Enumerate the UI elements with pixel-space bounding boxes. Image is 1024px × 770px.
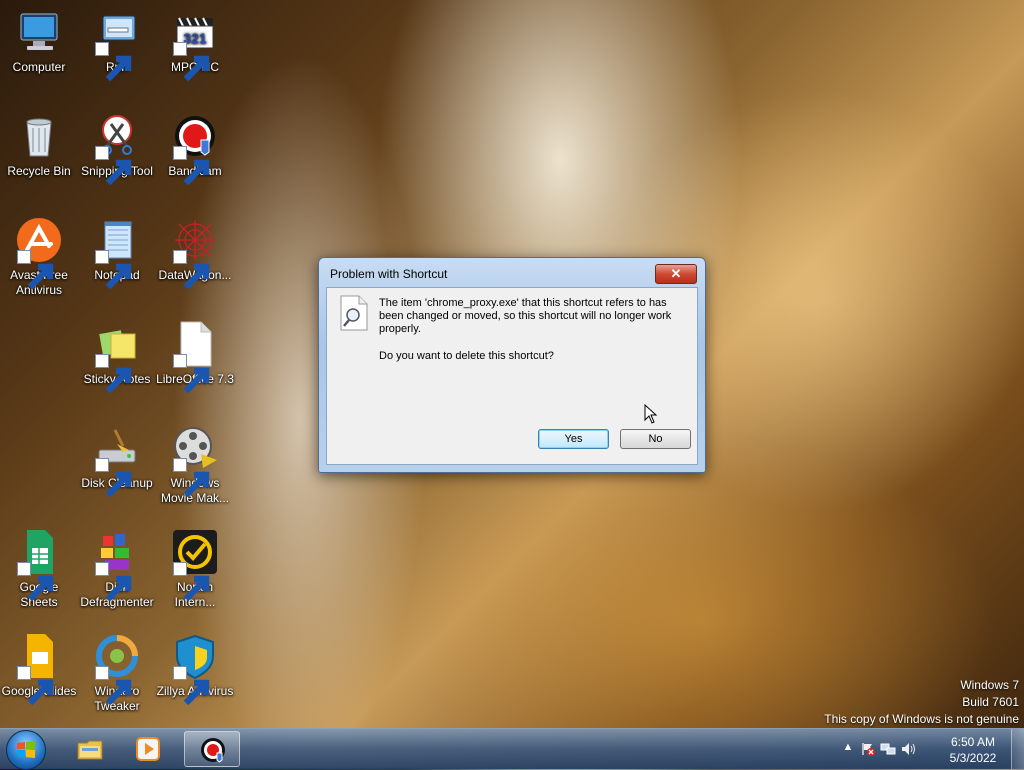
shortcut-arrow-icon: [17, 666, 54, 706]
taskbar-explorer-button[interactable]: [62, 731, 118, 767]
start-button[interactable]: [6, 730, 46, 770]
desktop-icon-winaero[interactable]: Winaero Tweaker: [78, 632, 156, 732]
mouse-cursor-icon: [644, 403, 658, 424]
taskbar-media-player-button[interactable]: [120, 731, 176, 767]
taskbar-bandicam-button[interactable]: [184, 731, 240, 767]
desktop-icon-sticky-notes[interactable]: Sticky Notes: [78, 320, 156, 420]
media-player-icon: [136, 737, 160, 761]
computer-icon: [15, 8, 63, 56]
shortcut-arrow-icon: [173, 354, 210, 394]
volume-icon[interactable]: [900, 741, 916, 757]
shortcut-arrow-icon: [95, 562, 132, 602]
recycle-bin-icon: [15, 112, 63, 160]
dialog-message: The item 'chrome_proxy.exe' that this sh…: [379, 297, 672, 335]
run-icon: [93, 8, 141, 82]
shortcut-arrow-icon: [173, 458, 210, 498]
notepad-icon: [93, 216, 141, 290]
clock-date: 5/3/2022: [949, 751, 997, 765]
norton-icon: [171, 528, 219, 602]
google-sheets-icon: [15, 528, 63, 602]
bandicam-icon: [171, 112, 219, 186]
show-desktop-button[interactable]: [1011, 729, 1024, 769]
desktop-icon-libreoffice[interactable]: LibreOffice 7.3: [156, 320, 234, 420]
network-icon[interactable]: [880, 741, 896, 757]
desktop-icon-label: Recycle Bin: [7, 164, 71, 178]
shortcut-arrow-icon: [95, 354, 132, 394]
desktop-icon-google-sheets[interactable]: Google Sheets: [0, 528, 78, 628]
desktop-icon-bandicam[interactable]: Bandicam: [156, 112, 234, 212]
sticky-notes-icon: [93, 320, 141, 394]
action-center-flag-icon[interactable]: [860, 741, 876, 757]
shortcut-arrow-icon: [95, 250, 132, 290]
desktop-icon-snipping-tool[interactable]: Snipping Tool: [78, 112, 156, 212]
dialog-question: Do you want to delete this shortcut?: [379, 350, 554, 362]
close-button[interactable]: ✕: [655, 264, 697, 284]
taskbar: ▲ 6:50 AM 5/3/2022: [0, 728, 1024, 770]
shortcut-arrow-icon: [17, 562, 54, 602]
shortcut-arrow-icon: [95, 146, 132, 186]
desktop-icon-disk-defragmenter[interactable]: Disk Defragmenter: [78, 528, 156, 628]
desktop-icon-disk-cleanup[interactable]: Disk Cleanup: [78, 424, 156, 524]
disk-cleanup-icon: [93, 424, 141, 498]
problem-with-shortcut-dialog: Problem with Shortcut ✕ The item 'chrome…: [318, 257, 706, 473]
watermark-line: Windows 7: [960, 678, 1019, 692]
datawagon-icon: [171, 216, 219, 290]
watermark-line: Build 7601: [962, 695, 1019, 709]
libreoffice-icon: [171, 320, 219, 394]
shortcut-arrow-icon: [173, 42, 210, 82]
explorer-icon: [77, 740, 103, 760]
zillya-icon: [171, 632, 219, 706]
desktop-icon-label: Computer: [12, 60, 66, 74]
shortcut-arrow-icon: [95, 42, 132, 82]
movie-maker-icon: [171, 424, 219, 498]
shortcut-arrow-icon: [173, 666, 210, 706]
dialog-title: Problem with Shortcut: [330, 267, 448, 281]
desktop-icon-mpc-hc[interactable]: 321 MPC-HC: [156, 8, 234, 108]
desktop-icon-recycle-bin[interactable]: Recycle Bin: [0, 112, 78, 212]
system-tray: ▲ 6:50 AM 5/3/2022: [834, 729, 1024, 769]
google-slides-icon: [15, 632, 63, 706]
winaero-icon: [93, 632, 141, 706]
clock[interactable]: 6:50 AM 5/3/2022: [938, 734, 1008, 766]
yes-button[interactable]: Yes: [538, 429, 609, 449]
shortcut-arrow-icon: [17, 250, 54, 290]
shortcut-arrow-icon: [173, 146, 210, 186]
windows-logo-icon: [17, 741, 35, 758]
watermark-line: This copy of Windows is not genuine: [824, 712, 1019, 726]
shortcut-arrow-icon: [173, 250, 210, 290]
snipping-tool-icon: [93, 112, 141, 186]
dialog-body: The item 'chrome_proxy.exe' that this sh…: [326, 287, 698, 465]
desktop-icon-movie-maker[interactable]: Windows Movie Mak...: [156, 424, 234, 524]
desktop-icon-computer[interactable]: Computer: [0, 8, 78, 108]
desktop-icon-avast[interactable]: Avast Free Antivirus: [0, 216, 78, 316]
missing-file-icon: [339, 295, 369, 331]
show-hidden-icons-chevron-icon[interactable]: ▲: [840, 741, 856, 757]
avast-icon: [15, 216, 63, 290]
desktop-icon-zillya[interactable]: Zillya Antivirus: [156, 632, 234, 732]
desktop-icon-run[interactable]: Run: [78, 8, 156, 108]
clock-time: 6:50 AM: [950, 735, 996, 749]
windows-watermark: Windows 7 Build 7601 This copy of Window…: [824, 677, 1019, 728]
desktop-icon-google-slides[interactable]: Google Slides: [0, 632, 78, 732]
defragmenter-icon: [93, 528, 141, 602]
desktop-icon-datawagon[interactable]: DataWagon...: [156, 216, 234, 316]
mpc-hc-icon: 321: [171, 8, 219, 82]
desktop-icon-norton[interactable]: Norton Intern...: [156, 528, 234, 628]
no-button[interactable]: No: [620, 429, 691, 449]
shortcut-arrow-icon: [173, 562, 210, 602]
shortcut-arrow-icon: [95, 666, 132, 706]
desktop-icon-notepad[interactable]: Notepad: [78, 216, 156, 316]
shortcut-arrow-icon: [95, 458, 132, 498]
bandicam-icon: [201, 738, 225, 763]
